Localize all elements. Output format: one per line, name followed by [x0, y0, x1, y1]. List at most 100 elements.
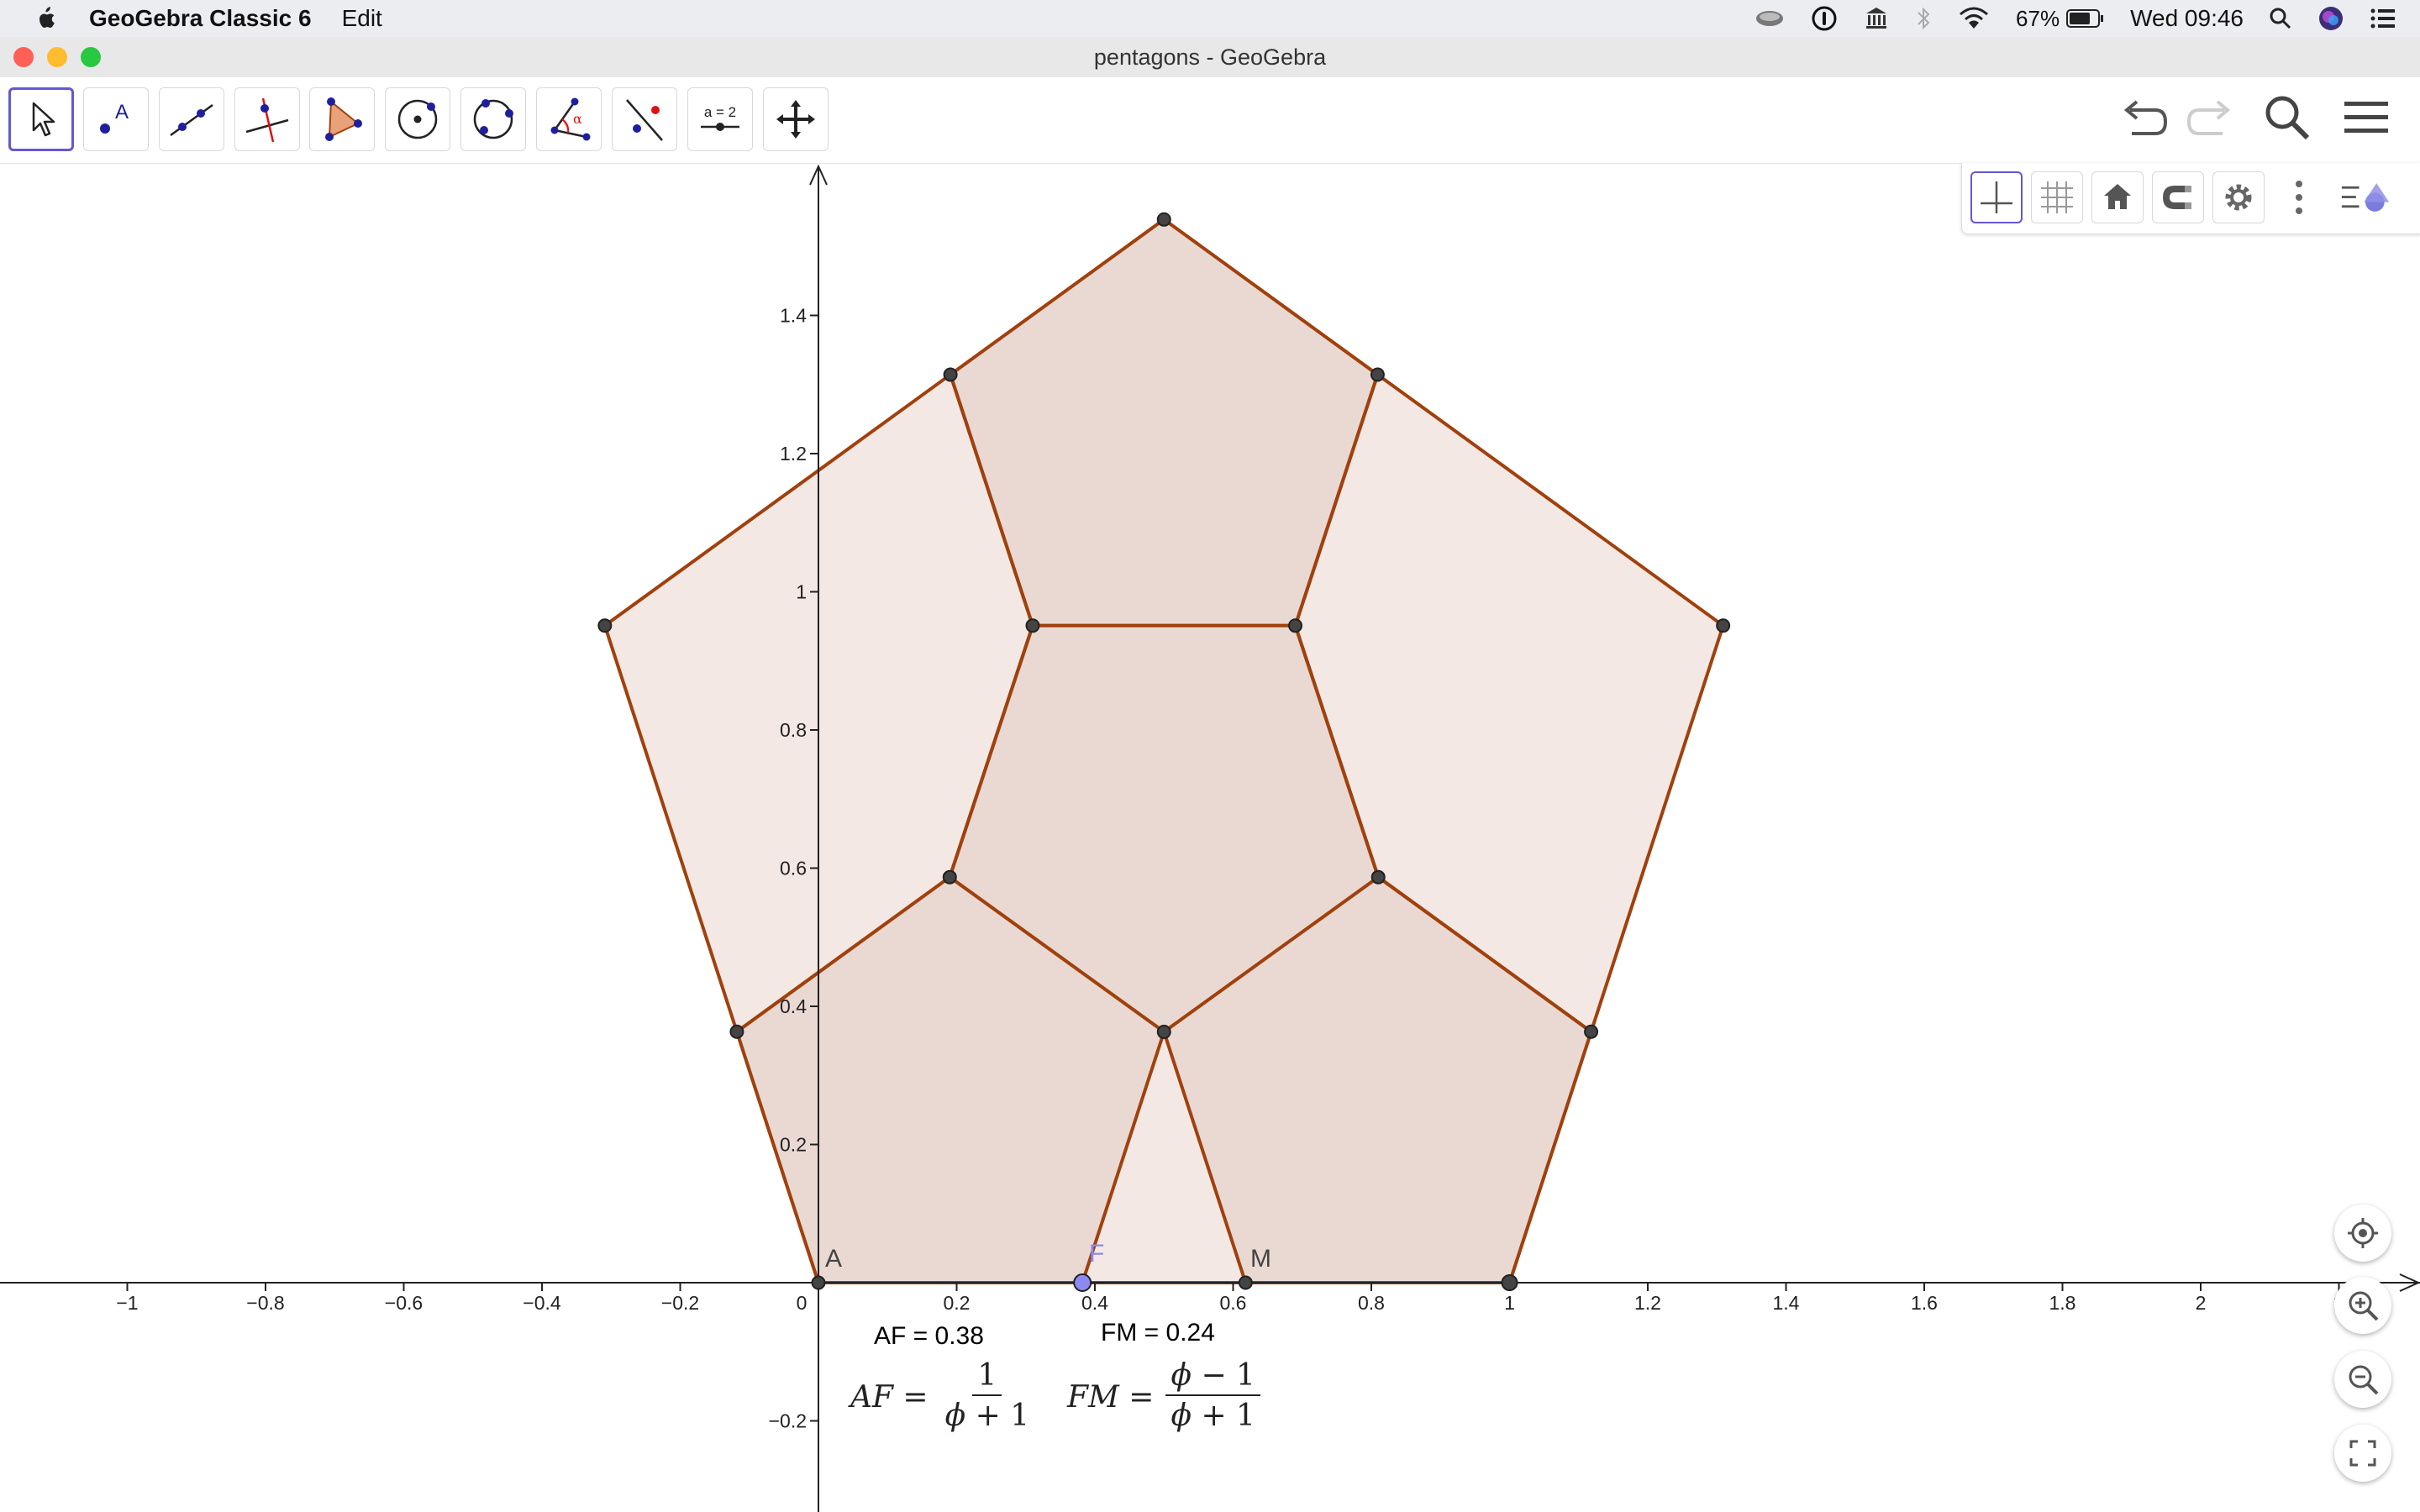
cursor-arrow-icon: [32, 102, 55, 137]
battery-icon[interactable]: [2066, 8, 2105, 29]
circle-three-points-tool-button[interactable]: [460, 87, 526, 151]
vertex-point[interactable]: [729, 1024, 744, 1039]
bluetooth-icon[interactable]: [1915, 6, 1932, 31]
more-options-button[interactable]: [2273, 171, 2325, 223]
x-tick-label: 0.8: [1358, 1292, 1385, 1314]
polygon-tool-button[interactable]: [309, 87, 375, 151]
angle-icon: α: [550, 97, 591, 141]
notification-center-icon[interactable]: [2370, 7, 2396, 30]
y-tick-label: 0.2: [780, 1134, 807, 1156]
fullscreen-icon: [2349, 1440, 2376, 1467]
point-a[interactable]: [811, 1275, 826, 1290]
svg-text:α: α: [573, 111, 582, 127]
apple-logo-icon[interactable]: [35, 7, 55, 30]
svg-text:A: A: [115, 101, 129, 123]
vertex-point[interactable]: [1238, 1275, 1253, 1290]
point-label-m: M: [1250, 1245, 1271, 1273]
standard-view-button[interactable]: [2091, 171, 2144, 223]
gear-icon: [2225, 184, 2252, 211]
formula-af-numerator: 1: [972, 1357, 1002, 1396]
undo-icon: [2123, 100, 2168, 135]
vertex-point[interactable]: [943, 367, 958, 382]
formula-fm[interactable]: FM = ϕ − 1 ϕ + 1: [1067, 1357, 1260, 1436]
x-tick-label: 0.4: [1081, 1292, 1108, 1314]
app-name-menu[interactable]: GeoGebra Classic 6: [89, 5, 312, 32]
vertex-point[interactable]: [1288, 618, 1303, 633]
magnet-icon: [2163, 186, 2191, 209]
top-pentagon[interactable]: [949, 218, 1380, 627]
target-icon: [2348, 1218, 2378, 1248]
point-capturing-button[interactable]: [2152, 171, 2204, 223]
main-menu-button[interactable]: [2336, 87, 2396, 148]
vertex-point[interactable]: [1156, 1024, 1171, 1039]
vertex-point[interactable]: [942, 869, 957, 885]
wifi-icon[interactable]: [1957, 6, 1991, 31]
mac-menubar: GeoGebra Classic 6 Edit 67% Wed 09:46: [0, 0, 2420, 37]
grid-icon: [2041, 181, 2073, 213]
siri-icon[interactable]: [2317, 5, 2344, 32]
line-tool-button[interactable]: [159, 87, 224, 151]
zoom-in-icon: [2349, 1291, 2379, 1321]
slider-tool-button[interactable]: a = 2: [687, 87, 753, 151]
vertex-point[interactable]: [1716, 618, 1731, 633]
clock[interactable]: Wed 09:46: [2130, 5, 2244, 32]
move-tool-button[interactable]: [8, 87, 74, 151]
point-b[interactable]: [1501, 1274, 1518, 1291]
x-tick-label: −0.4: [523, 1292, 561, 1314]
center-view-button[interactable]: [2334, 1205, 2391, 1262]
circle-center-point-tool-button[interactable]: [385, 87, 450, 151]
redo-button[interactable]: [2180, 87, 2240, 148]
formula-fm-denominator: ϕ + 1: [1171, 1399, 1255, 1433]
point-f[interactable]: [1073, 1273, 1092, 1292]
undo-button[interactable]: [2114, 87, 2175, 148]
search-button[interactable]: [2257, 87, 2317, 148]
reflect-about-line-tool-button[interactable]: [612, 87, 677, 151]
graphics-settings-button[interactable]: [2212, 171, 2265, 223]
text-fm-value[interactable]: FM = 0.24: [1101, 1319, 1215, 1347]
move-graphics-view-tool-button[interactable]: [763, 87, 829, 151]
menu-edit[interactable]: Edit: [342, 5, 382, 32]
x-tick-label: 1.8: [2049, 1292, 2076, 1314]
style-bar-toggle-icon: [2341, 183, 2390, 212]
bank-icon[interactable]: [1863, 5, 1890, 32]
move-arrows-icon: [776, 100, 815, 139]
point-tool-button[interactable]: A: [83, 87, 149, 151]
formula-fm-lhs: FM =: [1067, 1379, 1155, 1415]
cloud-drive-icon[interactable]: [1754, 8, 1786, 29]
coordinate-plane[interactable]: −1 −0.8 −0.6 −0.4 −0.2 0 0.2 0.4 0.6 0.8 1 1.2 1.4 1.…: [0, 163, 2420, 1512]
vertex-point[interactable]: [1584, 1024, 1599, 1039]
spotlight-search-icon[interactable]: [2269, 7, 2292, 30]
hamburger-menu-icon: [2344, 102, 2388, 133]
slider-icon: a = 2: [701, 104, 739, 131]
zoom-out-button[interactable]: [2334, 1351, 2391, 1408]
x-tick-label: 0: [797, 1292, 808, 1314]
graphics-view[interactable]: −1 −0.8 −0.6 −0.4 −0.2 0 0.2 0.4 0.6 0.8 1 1.2 1.4 1.…: [0, 163, 2420, 1512]
vertex-point[interactable]: [1370, 367, 1385, 382]
angle-tool-button[interactable]: α: [536, 87, 602, 151]
zoom-in-button[interactable]: [2334, 1277, 2391, 1334]
x-tick-label: −1: [116, 1292, 138, 1314]
toggle-grid-button[interactable]: [2031, 171, 2083, 223]
x-tick-label: −0.6: [385, 1292, 423, 1314]
text-af-value[interactable]: AF = 0.38: [874, 1322, 984, 1351]
y-tick-label: 0.4: [780, 995, 807, 1017]
fullscreen-button[interactable]: [2334, 1425, 2391, 1482]
x-tick-label: 1.6: [1911, 1292, 1938, 1314]
password-manager-icon[interactable]: [1811, 5, 1838, 32]
x-tick-label: 2: [2196, 1292, 2207, 1314]
x-tick-label: 0.6: [1220, 1292, 1247, 1314]
vertex-point[interactable]: [1156, 212, 1171, 227]
formula-fm-numerator: ϕ − 1: [1165, 1357, 1260, 1396]
x-tick-label: 1.4: [1773, 1292, 1800, 1314]
vertex-point[interactable]: [597, 618, 613, 633]
perpendicular-line-tool-button[interactable]: [234, 87, 300, 151]
formula-af[interactable]: AF = 1 ϕ + 1: [850, 1357, 1034, 1436]
y-tick-label: 0.8: [780, 719, 807, 741]
toggle-style-bar-button[interactable]: [2340, 171, 2392, 223]
search-icon: [2265, 96, 2310, 140]
battery-percent[interactable]: 67%: [2016, 6, 2060, 32]
vertex-point[interactable]: [1025, 618, 1040, 633]
toggle-axes-button[interactable]: [1970, 171, 2023, 223]
point-label-f: F: [1089, 1240, 1105, 1268]
vertex-point[interactable]: [1370, 869, 1386, 885]
